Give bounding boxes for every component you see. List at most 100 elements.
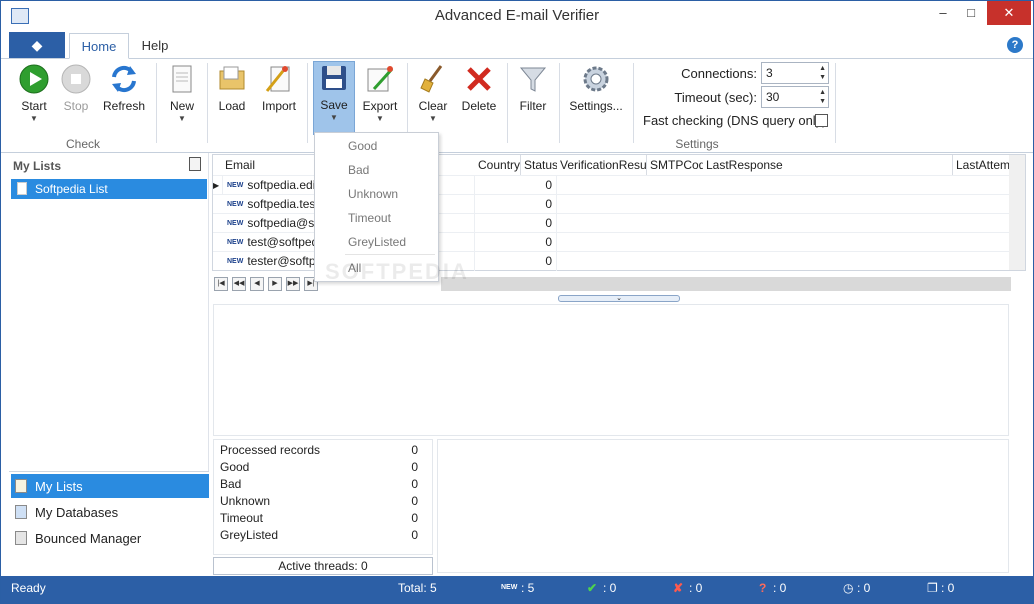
status-good-count: : 0 [603, 581, 617, 595]
prev-page-icon[interactable]: ◀◀ [232, 277, 246, 291]
menu-item-bad[interactable]: Bad [315, 159, 438, 183]
status-cell: 0 [521, 176, 557, 195]
grid-vertical-scrollbar[interactable] [1009, 155, 1025, 270]
email-text: test@softpedi [247, 235, 321, 249]
gear-icon [583, 66, 609, 92]
status-cell: 0 [521, 233, 557, 252]
filter-label: Filter [519, 99, 547, 113]
splitter-handle[interactable]: ⌄ [558, 295, 680, 302]
stat-row: Timeout 0 [220, 511, 424, 525]
minimize-button[interactable]: – [931, 1, 955, 25]
close-button[interactable]: ✕ [987, 1, 1031, 25]
status-total: Total: 5 [398, 581, 437, 595]
funnel-icon [519, 67, 547, 92]
prev-record-icon[interactable]: ◀ [250, 277, 264, 291]
fast-checking-checkbox[interactable] [815, 114, 828, 127]
stat-row: Unknown 0 [220, 494, 424, 508]
nav-item-my-databases[interactable]: My Databases [11, 500, 209, 524]
column-header-verification-result[interactable]: VerificationResult [557, 155, 653, 175]
tab-help[interactable]: Help [135, 33, 175, 59]
chevron-down-icon: ▼ [330, 113, 338, 122]
new-badge: NEW [227, 258, 244, 266]
settings-button[interactable]: Settings... [567, 63, 625, 135]
group-separator [559, 63, 560, 143]
column-header-smtp-code[interactable]: SMTPCode [647, 155, 712, 175]
maximize-button[interactable]: □ [959, 1, 983, 25]
help-icon[interactable]: ? [1007, 37, 1023, 53]
import-icon [265, 66, 290, 92]
clear-button[interactable]: Clear ▼ [413, 63, 453, 135]
grid-horizontal-scrollbar[interactable] [441, 277, 1011, 291]
stats-panel: Processed records 0 Good 0 Bad 0 Unknown 0 T… [213, 439, 433, 555]
menu-item-unknown[interactable]: Unknown [315, 183, 438, 207]
stat-label: Timeout [220, 511, 263, 525]
clear-label: Clear [418, 99, 448, 113]
broom-icon [420, 65, 443, 93]
menu-item-timeout[interactable]: Timeout [315, 207, 438, 231]
stop-button[interactable]: Stop [57, 63, 95, 135]
nav-item-my-lists[interactable]: My Lists [11, 474, 209, 498]
stat-label: Bad [220, 477, 242, 491]
list-icon[interactable] [189, 157, 201, 171]
next-page-icon[interactable]: ▶▶ [286, 277, 300, 291]
status-unknown-count: : 0 [773, 581, 787, 595]
new-badge: NEW [501, 584, 518, 591]
floppy-disk-icon [322, 66, 346, 90]
chevron-down-icon: ▼ [178, 114, 186, 123]
refresh-label: Refresh [102, 99, 146, 113]
column-header-status[interactable]: Status [521, 155, 559, 175]
window-title: Advanced E-mail Verifier [434, 7, 600, 24]
stat-label: Good [220, 460, 250, 474]
menu-item-greylisted[interactable]: GreyListed [315, 231, 438, 255]
load-button[interactable]: Load [213, 63, 251, 135]
new-badge: NEW [227, 239, 244, 247]
status-bad-count: : 0 [689, 581, 703, 595]
timeout-spinner[interactable]: 30 ▲ ▼ [761, 86, 829, 108]
export-button[interactable]: Export ▼ [359, 63, 401, 135]
stop-label: Stop [63, 99, 89, 113]
fast-checking-label: Fast checking (DNS query only) [643, 113, 827, 128]
list-icon [15, 479, 27, 493]
column-header-last-attempt[interactable]: LastAttemp [953, 155, 1017, 175]
tab-home[interactable]: Home [69, 33, 129, 59]
watermark: SOFTPEDIA [325, 259, 469, 284]
filter-button[interactable]: Filter [513, 63, 553, 135]
save-label: Save [320, 98, 348, 112]
clock-icon: ◷ [843, 581, 854, 595]
new-badge: NEW [227, 201, 244, 209]
new-button[interactable]: New ▼ [163, 63, 201, 135]
delete-button[interactable]: Delete [457, 63, 501, 135]
start-button[interactable]: Start ▼ [13, 63, 55, 135]
nav-item-bounced-manager[interactable]: Bounced Manager [11, 526, 209, 550]
refresh-button[interactable]: Refresh [101, 63, 147, 135]
unknown-question-icon: ? [759, 581, 767, 595]
nav-item-label: My Databases [35, 505, 119, 520]
row-selector-icon: ▶ [213, 176, 223, 195]
ribbon: Start ▼ Stop Refresh Check New ▼ Load Im… [1, 59, 1033, 153]
save-button[interactable]: Save ▼ [313, 61, 355, 135]
database-icon [15, 505, 27, 519]
play-icon [19, 64, 49, 94]
next-record-icon[interactable]: ▶ [268, 277, 282, 291]
app-menu-button[interactable]: ◆ [9, 32, 65, 58]
menu-item-good[interactable]: Good [315, 135, 438, 159]
connections-spinner[interactable]: 3 ▲ ▼ [761, 62, 829, 84]
list-item[interactable]: Softpedia List [11, 179, 207, 199]
spin-arrows-icon[interactable]: ▲ ▼ [819, 88, 826, 106]
column-header-last-response[interactable]: LastResponse [703, 155, 953, 175]
email-text: softpedia.test [247, 197, 319, 211]
navigation-pane: My Lists My Databases Bounced Manager [9, 471, 209, 571]
title-bar: Advanced E-mail Verifier – □ ✕ [1, 1, 1033, 31]
timeout-value: 30 [766, 90, 780, 104]
import-button[interactable]: Import [257, 63, 301, 135]
spin-arrows-icon[interactable]: ▲ ▼ [819, 64, 826, 82]
new-document-icon [172, 65, 192, 93]
status-timeout-count: : 0 [857, 581, 871, 595]
ribbon-tab-bar: ◆ Home Help ? [1, 31, 1033, 59]
refresh-icon [112, 65, 136, 93]
first-record-icon[interactable]: |◀ [214, 277, 228, 291]
column-header-country[interactable]: Country [475, 155, 521, 175]
stat-value: 0 [411, 460, 418, 474]
group-separator [307, 63, 308, 143]
status-cell: 0 [521, 252, 557, 271]
